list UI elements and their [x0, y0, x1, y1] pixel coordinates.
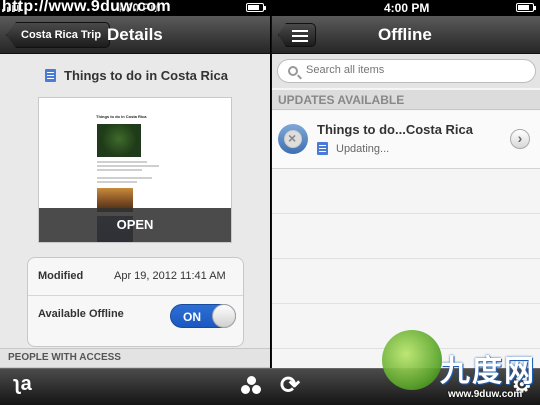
sort-alpha-icon[interactable]: ʅa [14, 373, 32, 396]
offline-row: Available Offline ON [28, 295, 243, 347]
item-title: Things to do...Costa Rica [317, 122, 474, 137]
document-icon [317, 142, 328, 155]
divider [272, 258, 540, 259]
battery-icon [516, 3, 536, 12]
share-people-icon[interactable] [238, 374, 264, 400]
item-status-text: Updating... [336, 142, 390, 155]
cancel-sync-icon[interactable] [278, 124, 308, 154]
info-box: Modified Apr 19, 2012 11:41 AM Available… [27, 257, 244, 347]
preview-text-line [97, 161, 147, 163]
offline-toggle[interactable]: ON [170, 304, 236, 328]
offline-title: Offline [378, 25, 432, 44]
menu-button[interactable] [278, 23, 316, 47]
preview-doc-title: Things to do in Costa Rica [96, 114, 147, 119]
people-header: PEOPLE WITH ACCESS [0, 348, 270, 368]
preview-text-line [97, 177, 152, 179]
doc-heading: Things to do in Costa Rica [45, 68, 228, 83]
item-status: Updating... [317, 142, 389, 155]
divider [272, 303, 540, 304]
search-area [272, 54, 540, 88]
divider [272, 213, 540, 214]
search-icon [288, 66, 298, 76]
list-item[interactable]: Things to do...Costa Rica Updating... › [272, 111, 540, 169]
details-pane: Costa Rica Trip Details Things to do in … [0, 16, 270, 405]
watermark-url-top: http://www.9duw.com [2, 0, 171, 15]
offline-navbar: Offline [272, 16, 540, 54]
disclosure-chevron-icon[interactable]: › [510, 129, 530, 149]
document-preview[interactable]: Things to do in Costa Rica OPEN [38, 97, 232, 243]
watermark-logo [382, 330, 442, 390]
preview-text-line [97, 169, 142, 171]
doc-title: Things to do in Costa Rica [64, 68, 228, 83]
updates-header: UPDATES AVAILABLE [272, 90, 540, 110]
preview-text-line [97, 165, 159, 167]
battery-icon [246, 3, 266, 12]
search-input[interactable] [306, 64, 526, 76]
modified-value: Apr 19, 2012 11:41 AM [114, 270, 226, 282]
details-navbar: Costa Rica Trip Details [0, 16, 270, 54]
back-button[interactable]: Costa Rica Trip [6, 22, 111, 48]
document-icon [45, 69, 56, 82]
preview-text-line [97, 181, 137, 183]
open-button[interactable]: OPEN [39, 208, 231, 242]
preview-image [97, 124, 141, 157]
offline-label: Available Offline [38, 308, 124, 320]
watermark-url: www.9duw.com [448, 389, 523, 400]
modified-row: Modified Apr 19, 2012 11:41 AM [28, 258, 243, 295]
status-time-right: 4:00 PM [384, 1, 430, 15]
details-title: Details [107, 25, 163, 44]
toggle-knob[interactable] [212, 304, 236, 328]
modified-label: Modified [38, 270, 84, 282]
search-field[interactable] [277, 59, 536, 83]
toggle-label: ON [183, 310, 201, 324]
sync-icon[interactable]: ⟳ [280, 371, 300, 400]
watermark-brand: 九度网 [440, 355, 536, 388]
